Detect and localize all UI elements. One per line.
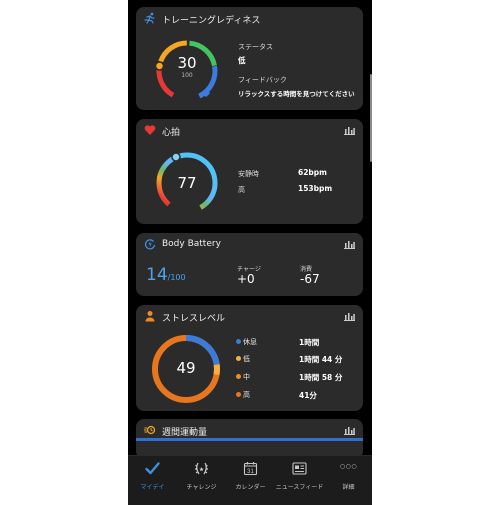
- tab-label: ニュースフィード: [275, 484, 324, 491]
- person-icon: [145, 311, 155, 322]
- stress-legend-medium: 中 1時間 58 分: [236, 372, 342, 382]
- stress-legend-low: 低 1時間 44 分: [236, 354, 342, 364]
- stress-value: 49: [176, 359, 196, 377]
- bar-chart-icon[interactable]: [344, 311, 355, 321]
- weekly-activity-title: 週間運動量: [162, 428, 208, 438]
- training-readiness-card[interactable]: トレーニングレディネス 30 100 ステータス 低 フィードバック リラックス…: [136, 7, 363, 110]
- tab-label: マイデイ: [140, 484, 165, 491]
- legend-value: 41分: [299, 391, 317, 400]
- weekly-activity-card[interactable]: 週間運動量: [136, 419, 363, 459]
- body-battery-title: Body Battery: [162, 239, 221, 249]
- high-label: 高: [238, 186, 245, 194]
- bar-chart-icon[interactable]: [344, 425, 355, 435]
- tab-more[interactable]: ○○○ 詳細: [324, 456, 373, 505]
- body-battery-card[interactable]: Body Battery 14/100 チャージ +0 消費 -67: [136, 233, 363, 296]
- calendar-day: 31: [247, 469, 254, 475]
- heart-rate-title: 心拍: [162, 128, 181, 138]
- legend-dot: [236, 392, 241, 397]
- legend-value: 1時間 44 分: [299, 355, 343, 364]
- bar-chart-icon[interactable]: [344, 239, 355, 249]
- legend-label: 高: [243, 391, 250, 399]
- feedback-value: リラックスする時間を見つけてください: [238, 90, 355, 98]
- legend-dot: [236, 374, 241, 379]
- high-value: 153bpm: [298, 184, 333, 193]
- status-value: 低: [238, 56, 246, 65]
- body-battery-value: 14/100: [146, 265, 186, 285]
- tab-label: チャレンジ: [186, 484, 217, 491]
- bar-chart-icon[interactable]: [344, 125, 355, 135]
- heart-rate-current: 77: [177, 174, 197, 192]
- legend-label: 低: [243, 355, 250, 363]
- checkmark-icon: [145, 462, 160, 475]
- weekly-progress-bar: [136, 438, 363, 441]
- tab-calendar[interactable]: 31 カレンダー: [226, 456, 275, 505]
- resting-value: 62bpm: [298, 168, 327, 177]
- training-readiness-max: 100: [181, 72, 193, 79]
- legend-label: 休息: [243, 338, 257, 346]
- legend-value: 1時間 58 分: [299, 373, 343, 382]
- stress-legend-high: 高 41分: [236, 390, 317, 400]
- feedback-label: フィードバック: [238, 76, 287, 84]
- tab-bar: マイデイ チャレンジ 31 カレンダー ニュースフィード ○○○ 詳細: [128, 455, 372, 505]
- tab-challenge[interactable]: チャレンジ: [177, 456, 226, 505]
- training-readiness-score: 30: [177, 54, 197, 72]
- scrollbar[interactable]: [370, 74, 372, 162]
- legend-dot: [236, 339, 241, 344]
- body-battery-max: /100: [167, 273, 186, 282]
- heart-icon: [144, 125, 156, 135]
- tab-newsfeed[interactable]: ニュースフィード: [275, 456, 324, 505]
- status-label: ステータス: [238, 43, 273, 51]
- calendar-icon: 31: [243, 462, 258, 476]
- stress-legend-rest: 休息 1時間: [236, 337, 319, 347]
- stress-title: ストレスレベル: [162, 314, 226, 324]
- charge-value: +0: [237, 272, 255, 286]
- runner-icon: [144, 12, 155, 24]
- drain-value: -67: [300, 272, 320, 286]
- tab-my-day[interactable]: マイデイ: [128, 456, 177, 505]
- body-battery-icon: [144, 239, 156, 250]
- legend-dot: [236, 356, 241, 361]
- body-battery-number: 14: [146, 265, 168, 285]
- newsfeed-icon: [292, 462, 307, 475]
- activity-icon: [144, 425, 156, 435]
- heart-rate-card[interactable]: 心拍 77 安静時 62bpm 高 153bpm: [136, 119, 363, 224]
- laurel-icon: [195, 462, 208, 475]
- training-readiness-title: トレーニングレディネス: [162, 16, 261, 26]
- tab-label: 詳細: [342, 484, 355, 491]
- stress-card[interactable]: ストレスレベル 49 休息 1時間 低 1時間 44 分 中 1時間 58 分 …: [136, 305, 363, 411]
- more-icon: ○○○: [339, 463, 358, 470]
- resting-label: 安静時: [238, 170, 259, 178]
- legend-value: 1時間: [299, 338, 320, 347]
- legend-label: 中: [243, 373, 250, 381]
- tab-label: カレンダー: [235, 484, 266, 491]
